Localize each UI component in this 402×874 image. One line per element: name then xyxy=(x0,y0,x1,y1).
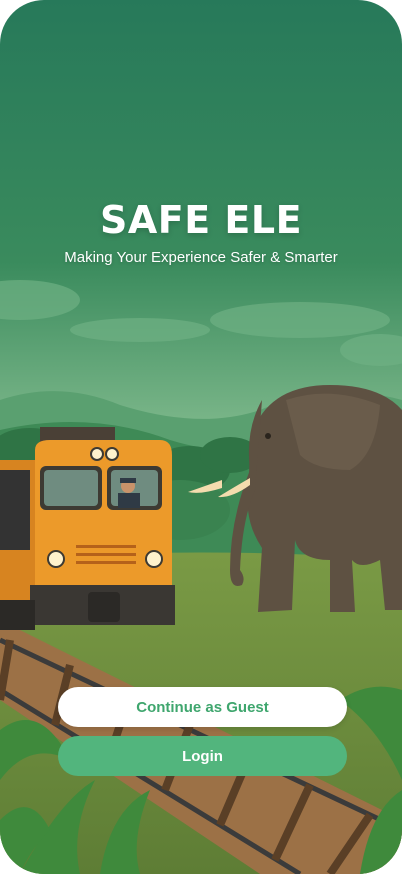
app-title: SAFE ELE xyxy=(99,198,303,242)
login-button[interactable]: Login xyxy=(58,736,347,776)
welcome-screen: SAFE ELE Making Your Experience Safer & … xyxy=(0,0,402,874)
app-tagline: Making Your Experience Safer & Smarter xyxy=(64,249,338,266)
continue-as-guest-button[interactable]: Continue as Guest xyxy=(58,687,347,727)
